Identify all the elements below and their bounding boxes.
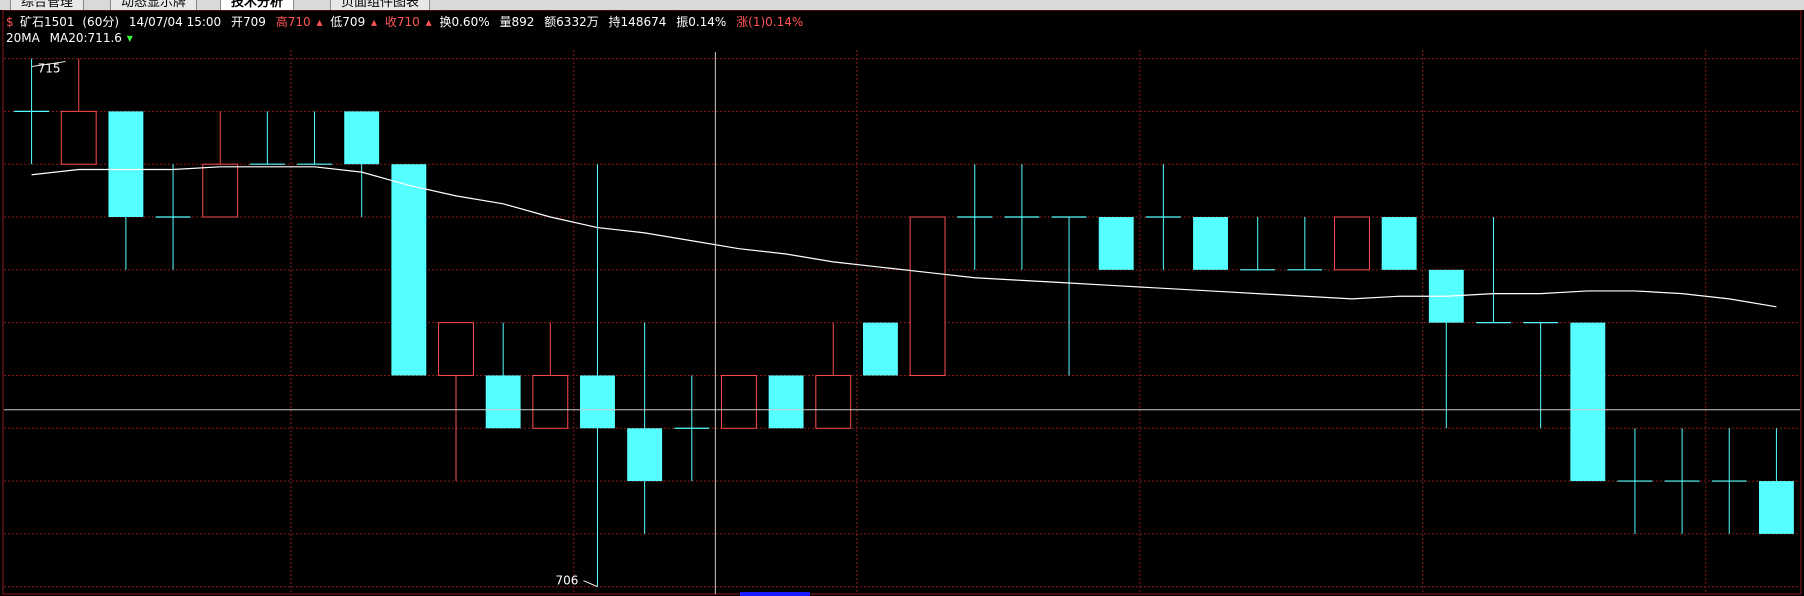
candle-body	[532, 374, 569, 429]
scroll-thumb[interactable]	[740, 592, 810, 596]
candle-body	[720, 374, 757, 429]
down-arrow-icon: ▾	[127, 31, 133, 45]
turnover-label: 换0.60%	[439, 15, 489, 29]
candle-body	[438, 322, 474, 376]
candlestick-chart[interactable]: 715 706 $ 矿石1501 (60分) 14/07/04 15:00 开70…	[0, 10, 1804, 596]
candle	[768, 375, 804, 429]
candle-body	[344, 111, 380, 165]
candle	[862, 322, 898, 376]
candle-body	[1570, 322, 1606, 482]
amount-label: 额6332万	[544, 15, 599, 29]
candle-body	[1381, 217, 1417, 270]
candle-body	[768, 375, 804, 429]
open-label: 开709	[231, 15, 266, 29]
tab-page-component[interactable]: 页面组件图表	[330, 0, 431, 10]
tab-comprehensive[interactable]: 综合管理	[10, 0, 85, 10]
annotation-low-label: 706	[555, 574, 578, 588]
change-label: 涨(1)0.14%	[736, 14, 803, 29]
ma-value: MA20:711.6	[50, 31, 122, 45]
candle	[720, 374, 757, 429]
candle	[1098, 217, 1134, 270]
openint-label: 持148674	[609, 14, 667, 29]
candle-body	[60, 110, 97, 165]
candle-body	[909, 216, 946, 376]
candle-body	[1193, 217, 1228, 270]
period-label: (60分)	[82, 15, 119, 29]
close-label: 收710	[385, 15, 420, 29]
up-arrow-icon: ▴	[426, 15, 432, 29]
candle-body	[1758, 481, 1794, 534]
candle-body	[485, 375, 521, 429]
info-line: 矿石1501 (60分) 14/07/04 15:00 开709 高710 ▴ …	[20, 14, 803, 29]
candle	[1334, 216, 1370, 271]
candle	[1570, 322, 1606, 482]
dollar-icon: $	[6, 15, 14, 29]
candle-body	[1098, 217, 1134, 270]
candle	[1193, 217, 1228, 270]
candle	[909, 216, 946, 376]
contract-name: 矿石1501	[20, 15, 75, 29]
candle-body	[580, 375, 615, 429]
volume-label: 量892	[499, 15, 534, 29]
candle-body	[202, 163, 239, 218]
ma-legend: 20MA MA20:711.6 ▾	[6, 31, 133, 45]
high-label: 高710	[276, 14, 311, 29]
candle-body	[391, 164, 427, 376]
candle-body	[108, 111, 144, 218]
candle	[391, 164, 427, 376]
tab-dynamic-board[interactable]: 动态显示牌	[110, 0, 198, 10]
up-arrow-icon: ▴	[371, 15, 377, 29]
tab-technical-analysis[interactable]: 技术分析	[220, 0, 295, 10]
candle-body	[815, 374, 852, 429]
candle-body	[627, 428, 663, 482]
low-label: 低709	[330, 15, 365, 29]
ma-name: 20MA	[6, 31, 41, 45]
candle-body	[862, 322, 898, 376]
candle	[1381, 217, 1417, 270]
chart-background	[0, 10, 1804, 596]
candle-body	[1334, 216, 1370, 271]
datetime-label: 14/07/04 15:00	[129, 15, 221, 29]
annotation-high-label: 715	[38, 62, 61, 76]
up-arrow-icon: ▴	[316, 15, 322, 29]
amplitude-label: 振0.14%	[676, 15, 726, 29]
